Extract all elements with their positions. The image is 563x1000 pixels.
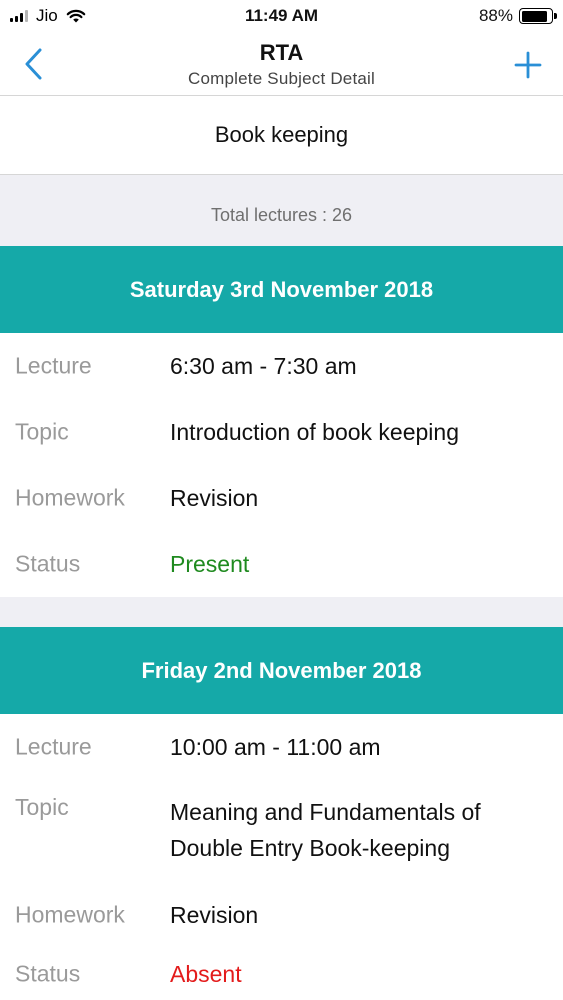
homework-value: Revision [170,902,259,928]
lecture-time: 10:00 am - 11:00 am [170,734,381,760]
section-divider [0,597,563,627]
homework-row: Homework Revision [0,465,563,531]
navigation-bar: RTA Complete Subject Detail [0,34,563,96]
topic-label: Topic [15,418,69,445]
lecture-label: Lecture [15,733,92,760]
battery-icon [519,8,557,24]
topic-row: Topic Introduction of book keeping [0,399,563,465]
nav-subtitle: Complete Subject Detail [188,69,375,88]
status-right: 88% [478,6,557,26]
status-row: Status Absent [0,948,563,1000]
status-label: Status [15,550,81,577]
topic-value: Introduction of book keeping [170,419,459,445]
add-button[interactable] [511,48,545,82]
status-value: Present [170,551,250,577]
plus-icon [514,51,542,79]
total-lectures: Total lectures : 26 [0,175,563,246]
battery-percent: 88% [478,6,513,25]
nav-title: RTA [259,40,304,65]
lecture-time: 6:30 am - 7:30 am [170,353,357,379]
status-value: Absent [170,961,242,987]
status-row: Status Present [0,531,563,597]
homework-value: Revision [170,485,259,511]
homework-row: Homework Revision [0,882,563,948]
status-bar: Jio 11:49 AM 88% [0,0,563,34]
topic-value: Meaning and Fundamentals of Double Entry… [170,799,481,861]
lecture-time-row: Lecture 6:30 am - 7:30 am [0,333,563,399]
topic-row: Topic Meaning and Fundamentals of Double… [0,784,563,882]
lecture-time-row: Lecture 10:00 am - 11:00 am [0,714,563,780]
topic-label: Topic [15,794,69,820]
lecture-date-header: Friday 2nd November 2018 [0,627,563,714]
lecture-label: Lecture [15,352,92,379]
subject-name: Book keeping [0,96,563,175]
homework-label: Homework [15,484,125,511]
lecture-date-header: Saturday 3rd November 2018 [0,246,563,333]
status-label: Status [15,960,81,987]
homework-label: Homework [15,901,125,928]
